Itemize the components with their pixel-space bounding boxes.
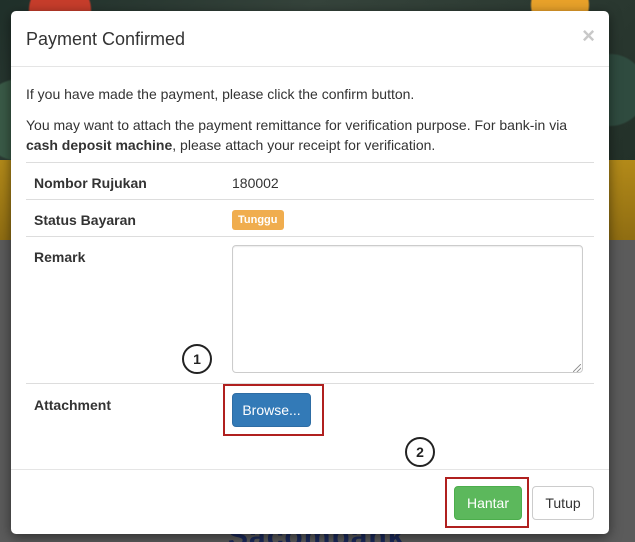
close-icon[interactable]: × (582, 25, 595, 47)
instructions-bold-text: cash deposit machine (26, 137, 173, 153)
remark-textarea[interactable] (232, 245, 583, 373)
reference-number-value: 180002 (232, 175, 279, 191)
table-divider (26, 162, 594, 163)
payment-status-label: Status Bayaran (34, 212, 136, 228)
close-button[interactable]: Tutup (532, 486, 594, 520)
intro-text: If you have made the payment, please cli… (26, 86, 415, 102)
table-divider (26, 199, 594, 200)
table-divider (26, 236, 594, 237)
submit-button[interactable]: Hantar (454, 486, 522, 520)
modal-title: Payment Confirmed (26, 29, 186, 49)
reference-number-label: Nombor Rujukan (34, 175, 147, 191)
payment-confirmed-modal: Payment Confirmed × If you have made the… (11, 11, 609, 534)
attachment-instructions: You may want to attach the payment remit… (26, 115, 596, 155)
resize-grip-icon[interactable] (573, 364, 581, 372)
instructions-text: You may want to attach the payment remit… (26, 117, 568, 133)
status-badge: Tunggu (232, 210, 284, 230)
attachment-label: Attachment (34, 397, 112, 413)
callout-2: 2 (405, 437, 435, 467)
remark-label: Remark (34, 249, 86, 265)
callout-1: 1 (182, 344, 212, 374)
instructions-text-end: , please attach your receipt for verific… (172, 137, 436, 153)
browse-button[interactable]: Browse... (232, 393, 311, 427)
modal-footer-divider (11, 469, 609, 470)
modal-header: Payment Confirmed × (11, 11, 609, 67)
